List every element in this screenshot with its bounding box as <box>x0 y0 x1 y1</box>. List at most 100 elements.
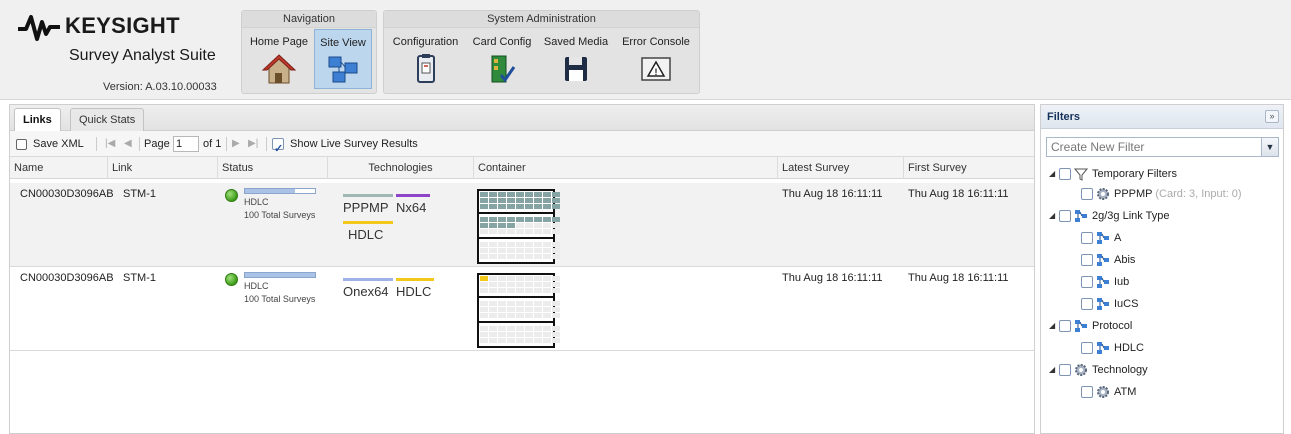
filter-tree-item[interactable]: HDLC <box>1081 339 1144 357</box>
filter-tree-item[interactable]: ◢ Temporary Filters <box>1049 165 1177 183</box>
container-channel-cell <box>507 254 515 259</box>
house-icon <box>262 54 296 84</box>
container-channel-cell <box>516 301 524 306</box>
filter-checkbox[interactable] <box>1081 386 1093 399</box>
previous-page-icon[interactable]: ◀ <box>124 131 132 157</box>
column-header-name[interactable]: Name <box>10 157 108 179</box>
column-header-container[interactable]: Container <box>474 157 778 179</box>
row-name: CN00030D3096AB <box>20 188 114 200</box>
expand-triangle-icon[interactable]: ◢ <box>1049 361 1059 379</box>
column-header-link[interactable]: Link <box>108 157 218 179</box>
filters-title: Filters <box>1047 111 1081 123</box>
container-channel-cell <box>480 223 488 228</box>
container-channel-cell <box>489 338 497 343</box>
next-page-icon[interactable]: ▶ <box>232 131 240 157</box>
container-channel-cell <box>543 217 551 222</box>
page-label: Page <box>144 138 170 150</box>
home-page-label: Home Page <box>249 36 309 48</box>
container-channel-cell <box>552 254 560 259</box>
container-channel-cell <box>525 326 533 331</box>
toolbar-separator <box>139 137 140 151</box>
container-channel-cell <box>516 276 524 281</box>
page-number-input[interactable]: 1 <box>173 136 199 152</box>
link-type-icon <box>1096 297 1110 311</box>
column-header-first-survey[interactable]: First Survey <box>904 157 1034 179</box>
container-channel-cell <box>507 332 515 337</box>
show-live-label[interactable]: Show Live Survey Results <box>290 131 418 157</box>
configuration-button[interactable]: Configuration <box>387 29 464 91</box>
container-channel-cell <box>507 338 515 343</box>
container-channel-cell <box>498 276 506 281</box>
container-channel-cell <box>507 288 515 293</box>
container-channel-cell <box>480 288 488 293</box>
filter-tree-item[interactable]: ◢ Protocol <box>1049 317 1132 335</box>
container-graphic[interactable] <box>477 189 560 264</box>
expand-triangle-icon[interactable]: ◢ <box>1049 165 1059 183</box>
column-header-latest-survey[interactable]: Latest Survey <box>778 157 904 179</box>
container-graphic[interactable] <box>477 273 560 348</box>
container-channel-cell <box>552 276 560 281</box>
filter-checkbox[interactable] <box>1081 254 1093 267</box>
expand-triangle-icon[interactable]: ◢ <box>1049 317 1059 335</box>
link-type-icon <box>1074 209 1088 223</box>
container-channel-cell <box>543 254 551 259</box>
filter-checkbox[interactable] <box>1081 188 1093 201</box>
filter-tree-item[interactable]: Abis <box>1081 251 1135 269</box>
expand-triangle-icon[interactable]: ◢ <box>1049 207 1059 225</box>
filter-item-label: Protocol <box>1092 320 1133 332</box>
filter-checkbox[interactable] <box>1059 168 1071 181</box>
filter-checkbox[interactable] <box>1081 232 1093 245</box>
filter-checkbox[interactable] <box>1059 364 1071 377</box>
tab-links[interactable]: Links <box>14 108 61 132</box>
container-channel-cell <box>525 248 533 253</box>
show-live-checkbox[interactable] <box>272 131 284 162</box>
gear-icon <box>1096 385 1110 399</box>
filter-tree-item[interactable]: ATM <box>1081 383 1136 401</box>
card-config-button[interactable]: Card Config <box>466 29 538 91</box>
first-page-icon[interactable]: |◀ <box>105 131 115 157</box>
save-xml-label[interactable]: Save XML <box>33 131 84 157</box>
container-channel-cell <box>498 254 506 259</box>
table-row[interactable]: CN00030D3096AB STM-1 HDLC 100 Total Surv… <box>10 267 1034 351</box>
xml-file-icon <box>16 138 27 150</box>
last-page-icon[interactable]: ▶| <box>248 131 258 157</box>
column-header-status[interactable]: Status <box>218 157 328 179</box>
container-channel-cell <box>489 326 497 331</box>
container-channel-cell <box>489 242 497 247</box>
filter-checkbox[interactable] <box>1081 298 1093 311</box>
container-channel-cell <box>498 242 506 247</box>
error-console-button[interactable]: Error Console ! <box>616 29 696 91</box>
status-progress-bar <box>244 272 316 278</box>
toolbar-separator <box>96 137 97 151</box>
tab-quick-stats[interactable]: Quick Stats <box>70 108 145 131</box>
column-header-technologies[interactable]: Technologies <box>328 157 474 179</box>
create-filter-select[interactable]: Create New Filter ▼ <box>1046 137 1279 157</box>
site-view-button[interactable]: Site View <box>314 29 372 89</box>
filter-tree-item[interactable]: ◢ 2g/3g Link Type <box>1049 207 1169 225</box>
container-channel-cell <box>534 229 542 234</box>
container-channel-cell <box>525 338 533 343</box>
filter-tree-item[interactable]: Iub <box>1081 273 1129 291</box>
filter-tree-item[interactable]: IuCS <box>1081 295 1138 313</box>
collapse-panel-button[interactable]: » <box>1265 110 1279 123</box>
filter-checkbox[interactable] <box>1081 276 1093 289</box>
save-xml-button[interactable] <box>16 131 27 157</box>
container-channel-cell <box>516 332 524 337</box>
filter-tree-item[interactable]: PPPMP (Card: 3, Input: 0) <box>1081 185 1242 203</box>
home-page-button[interactable]: Home Page <box>247 29 311 91</box>
filter-checkbox[interactable] <box>1059 210 1071 223</box>
container-channel-cell <box>480 229 488 234</box>
filter-item-label: A <box>1114 232 1122 244</box>
filter-checkbox[interactable] <box>1059 320 1071 333</box>
container-channel-cell <box>534 242 542 247</box>
filter-tree-item[interactable]: ◢ Technology <box>1049 361 1148 379</box>
container-channel-cell <box>525 192 533 197</box>
filter-item-label: Technology <box>1092 364 1148 376</box>
container-channel-cell <box>552 192 560 197</box>
filter-tree-item[interactable]: A <box>1081 229 1121 247</box>
table-row[interactable]: CN00030D3096AB STM-1 HDLC 100 Total Surv… <box>10 183 1034 267</box>
saved-media-button[interactable]: Saved Media <box>540 29 612 91</box>
filter-checkbox[interactable] <box>1081 342 1093 355</box>
container-channel-cell <box>489 276 497 281</box>
chevron-down-icon[interactable]: ▼ <box>1261 138 1278 156</box>
